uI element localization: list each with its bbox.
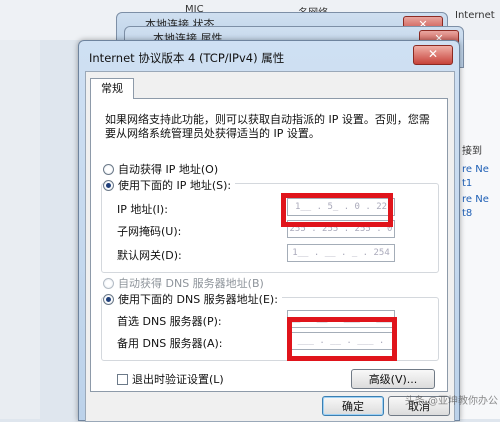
bg-side-link[interactable]: t8 — [462, 208, 472, 219]
preferred-dns-label: 首选 DNS 服务器(P): — [117, 315, 222, 328]
alternate-dns-label: 备用 DNS 服务器(A): — [117, 337, 223, 350]
radio-selected-icon — [103, 293, 114, 305]
ok-button[interactable]: 确定 — [322, 396, 384, 416]
redaction-box-dns — [287, 317, 397, 361]
auto-ip-label: 自动获得 IP 地址(O) — [118, 163, 219, 176]
ip-address-label: IP 地址(I): — [117, 203, 168, 216]
tab-general[interactable]: 常规 — [90, 78, 134, 99]
dialog-title: Internet 协议版本 4 (TCP/IPv4) 属性 — [89, 51, 285, 65]
close-icon[interactable]: ✕ — [413, 45, 453, 65]
bg-side-link[interactable]: t1 — [462, 178, 472, 189]
validate-on-exit-checkbox[interactable]: 退出时验证设置(L) — [117, 371, 224, 387]
background-right-pane — [458, 40, 500, 419]
checkbox-icon — [117, 373, 128, 385]
radio-selected-icon — [103, 179, 114, 191]
redaction-box-ip — [281, 193, 393, 227]
manual-dns-radio[interactable]: 使用下面的 DNS 服务器地址(E): — [103, 291, 282, 307]
bg-label-internet: Internet — [455, 10, 495, 21]
manual-ip-radio[interactable]: 使用下面的 IP 地址(S): — [103, 177, 236, 193]
general-tab-panel: 如果网络支持此功能，则可以获取自动指派的 IP 设置。否则，您需要从网络系统管理… — [90, 98, 448, 392]
default-gateway-field[interactable]: 1__ . __ . _ . 254 — [287, 244, 395, 262]
dialog-client-area: 常规 如果网络支持此功能，则可以获取自动指派的 IP 设置。否则，您需要从网络系… — [85, 71, 455, 422]
auto-dns-label: 自动获得 DNS 服务器地址(B) — [118, 277, 264, 290]
validate-on-exit-label: 退出时验证设置(L) — [132, 373, 224, 386]
auto-dns-radio[interactable]: 自动获得 DNS 服务器地址(B) — [103, 275, 264, 291]
auto-ip-radio[interactable]: 自动获得 IP 地址(O) — [103, 161, 218, 177]
default-gateway-label: 默认网关(D): — [117, 249, 182, 262]
advanced-button[interactable]: 高级(V)... — [351, 369, 435, 389]
watermark: 头条 @亚坤教你办公 — [404, 396, 498, 407]
subnet-mask-label: 子网掩码(U): — [117, 225, 182, 238]
manual-dns-label: 使用下面的 DNS 服务器地址(E): — [118, 293, 278, 306]
manual-ip-label: 使用下面的 IP 地址(S): — [118, 179, 232, 192]
bg-side-link[interactable]: re Ne — [462, 164, 489, 175]
radio-disabled-icon — [103, 277, 114, 289]
radio-icon — [103, 163, 114, 175]
bg-side-link: 接到 — [462, 146, 482, 157]
description-text: 如果网络支持此功能，则可以获取自动指派的 IP 设置。否则，您需要从网络系统管理… — [105, 113, 430, 140]
bg-side-link[interactable]: re Ne — [462, 194, 489, 205]
tcpip-properties-dialog: Internet 协议版本 4 (TCP/IPv4) 属性 ✕ 常规 如果网络支… — [78, 40, 460, 422]
background-left-pane — [0, 40, 40, 419]
